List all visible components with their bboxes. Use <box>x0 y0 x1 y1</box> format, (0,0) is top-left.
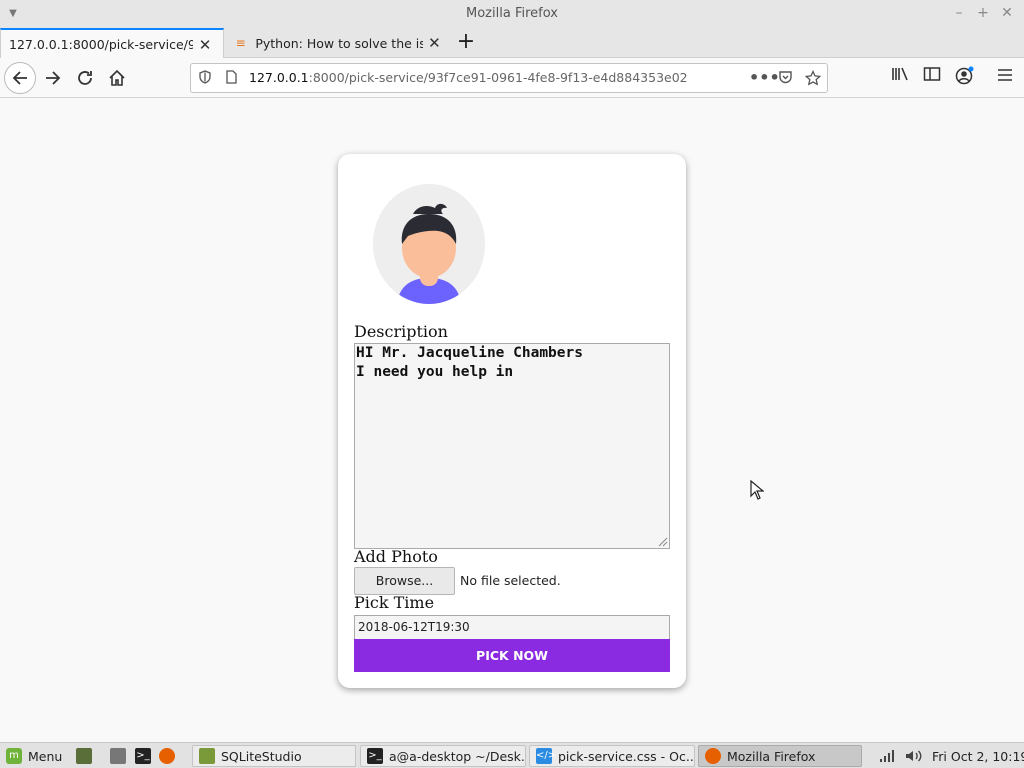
desktop-icon <box>76 748 92 764</box>
firefox-icon <box>159 748 175 764</box>
tab-label: 127.0.0.1:8000/pick-service/93f7c <box>9 37 193 52</box>
page-info-icon[interactable] <box>223 70 239 86</box>
pocket-icon[interactable] <box>777 70 793 86</box>
pick-time-label: Pick Time <box>354 593 435 612</box>
reload-button[interactable] <box>69 62 101 94</box>
stackoverflow-icon: ≡ <box>235 36 246 50</box>
volume-icon[interactable] <box>904 745 924 767</box>
mint-logo-icon: m <box>6 748 22 764</box>
bookmark-star-icon[interactable] <box>804 69 822 86</box>
file-manager-icon <box>110 748 126 764</box>
shield-icon[interactable] <box>197 70 213 86</box>
home-button[interactable] <box>101 62 133 94</box>
home-icon <box>109 69 125 86</box>
taskbar-window-sqlitestudio[interactable]: SQLiteStudio <box>192 745 356 767</box>
tab-python-question[interactable]: ≡ Python: How to solve the issu ✕ <box>226 28 450 58</box>
launcher-terminal[interactable]: >_ <box>135 745 157 767</box>
taskbar-window-vscode[interactable]: </> pick-service.css - Oc... <box>529 745 695 767</box>
description-label: Description <box>354 322 448 341</box>
page-actions-icon[interactable]: ••• <box>749 70 780 86</box>
taskbar-window-firefox[interactable]: Mozilla Firefox <box>698 745 862 767</box>
taskbar-window-label: a@a-desktop ~/Desk... <box>389 748 526 764</box>
browse-button[interactable]: Browse... <box>354 567 455 595</box>
reload-icon <box>78 71 92 85</box>
arrow-right-icon <box>46 71 61 85</box>
clock[interactable]: Fri Oct 2, 10:19 <box>932 745 1024 767</box>
terminal-icon: >_ <box>367 748 383 764</box>
menu-label: Menu <box>28 748 63 764</box>
forward-button[interactable] <box>37 62 69 94</box>
back-button[interactable] <box>4 62 36 94</box>
mouse-cursor-icon <box>750 480 764 500</box>
url-bar[interactable]: 127.0.0.1:8000/pick-service/93f7ce91-096… <box>190 63 828 93</box>
taskbar: m Menu >_ SQLiteStudio >_ a@a-desktop ~/… <box>0 742 1024 768</box>
firefox-icon <box>705 748 721 764</box>
navigation-toolbar: 127.0.0.1:8000/pick-service/93f7ce91-096… <box>0 58 1024 98</box>
pick-now-button[interactable]: PICK NOW <box>354 639 670 672</box>
url-text[interactable]: 127.0.0.1:8000/pick-service/93f7ce91-096… <box>249 64 688 92</box>
pick-service-card: Description HI Mr. Jacqueline Chambers I … <box>338 154 686 688</box>
add-photo-label: Add Photo <box>354 547 438 566</box>
sidebar-icon[interactable] <box>921 66 943 88</box>
window-titlebar: ▼ Mozilla Firefox – + ✕ <box>0 0 1024 28</box>
pick-time-input[interactable]: 2018-06-12T19:30 <box>354 615 670 639</box>
tab-strip: 127.0.0.1:8000/pick-service/93f7c ✕ ≡ Py… <box>0 28 1024 59</box>
show-desktop-button[interactable] <box>76 745 98 767</box>
taskbar-window-label: pick-service.css - Oc... <box>558 748 695 764</box>
description-line: I need you help in <box>356 364 514 380</box>
taskbar-window-label: Mozilla Firefox <box>727 748 816 764</box>
tab-pick-service[interactable]: 127.0.0.1:8000/pick-service/93f7c ✕ <box>0 28 224 59</box>
new-tab-button[interactable]: + <box>454 31 478 55</box>
url-path: :8000/pick-service/93f7ce91-0961-4fe8-9f… <box>308 70 688 85</box>
maximize-icon[interactable]: + <box>974 4 992 22</box>
close-tab-icon[interactable]: ✕ <box>427 35 442 51</box>
folder-icon <box>199 748 215 764</box>
account-icon[interactable] <box>953 66 975 88</box>
window-title: Mozilla Firefox <box>466 6 558 21</box>
start-menu-button[interactable]: m Menu <box>6 745 62 767</box>
user-avatar-icon <box>373 184 485 304</box>
avatar <box>373 184 485 304</box>
tab-label: Python: How to solve the issu <box>255 35 423 51</box>
description-line: HI Mr. Jacqueline Chambers <box>356 345 583 361</box>
file-status-text: No file selected. <box>460 573 561 588</box>
vscode-icon: </> <box>536 748 556 764</box>
taskbar-window-terminal[interactable]: >_ a@a-desktop ~/Desk... <box>360 745 526 767</box>
terminal-icon: >_ <box>135 748 151 764</box>
close-tab-icon[interactable]: ✕ <box>197 37 213 53</box>
description-textarea[interactable]: HI Mr. Jacqueline Chambers I need you hel… <box>354 343 670 549</box>
page-content: Description HI Mr. Jacqueline Chambers I … <box>0 99 1024 742</box>
hamburger-menu-icon[interactable] <box>994 66 1016 88</box>
arrow-left-icon <box>12 71 27 85</box>
launcher-firefox[interactable] <box>159 745 181 767</box>
launcher-files[interactable] <box>110 745 132 767</box>
url-host: 127.0.0.1 <box>249 70 309 85</box>
network-icon[interactable] <box>878 745 896 767</box>
library-icon[interactable] <box>889 66 911 88</box>
close-window-icon[interactable]: ✕ <box>998 4 1016 22</box>
taskbar-window-label: SQLiteStudio <box>221 748 302 764</box>
minimize-icon[interactable]: – <box>950 4 968 22</box>
resize-grip-icon[interactable] <box>656 535 668 547</box>
